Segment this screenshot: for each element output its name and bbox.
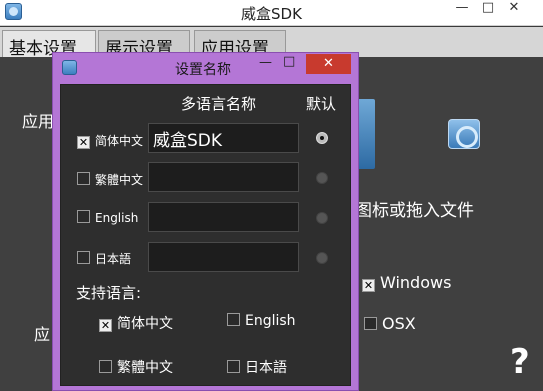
window-titlebar: 威盒SDK — □ ✕ [0, 0, 543, 26]
dialog-close-button[interactable]: ✕ [306, 54, 351, 74]
name-input-en[interactable] [148, 202, 299, 232]
supported-checkbox-en[interactable]: English [227, 313, 296, 329]
lang-label: 繁體中文 [95, 173, 144, 187]
close-button[interactable]: ✕ [501, 0, 527, 18]
name-input-zh-hans[interactable] [148, 123, 299, 153]
dialog-titlebar: 设置名称 — □ ✕ [53, 53, 358, 80]
app-label: 应用 [22, 112, 55, 131]
checkbox-unchecked-icon [364, 317, 377, 330]
checkbox-unchecked-icon [77, 210, 90, 223]
checkbox-unchecked-icon [99, 360, 112, 373]
name-input-zh-hant[interactable] [148, 162, 299, 192]
minimize-button[interactable]: — [449, 0, 475, 18]
checkbox-checked-icon: ✕ [77, 136, 90, 149]
lang-label: 简体中文 [95, 134, 144, 148]
supported-checkbox-zh-hant[interactable]: 繁體中文 [99, 357, 173, 377]
drop-hint: 图标或拖入文件 [355, 201, 474, 221]
maximize-button[interactable]: □ [475, 0, 501, 18]
supported-languages-label: 支持语言: [76, 284, 142, 302]
column-header-name: 多语言名称 [181, 95, 257, 113]
lang-row-checkbox-en[interactable]: English [77, 210, 138, 225]
checkbox-checked-icon: ✕ [99, 319, 112, 332]
platform-osx-checkbox[interactable]: OSX [364, 314, 416, 333]
supported-lang-label: 简体中文 [117, 316, 173, 332]
name-input-ja[interactable] [148, 242, 299, 272]
default-radio-zh-hans[interactable] [316, 132, 328, 144]
dialog-title: 设置名称 [175, 62, 231, 78]
default-radio-zh-hant[interactable] [316, 172, 328, 184]
checkbox-unchecked-icon [77, 172, 90, 185]
platform-windows-label: Windows [380, 273, 452, 292]
checkbox-unchecked-icon [77, 251, 90, 264]
default-radio-ja[interactable] [316, 252, 328, 264]
checkbox-unchecked-icon [227, 313, 240, 326]
app-icon-preview-small[interactable] [448, 119, 480, 149]
column-header-default: 默认 [306, 95, 337, 113]
dialog-app-icon [62, 60, 77, 75]
lang-row-checkbox-zh-hant[interactable]: 繁體中文 [77, 171, 143, 188]
supported-checkbox-zh-hans[interactable]: ✕ 简体中文 [99, 313, 173, 333]
checkbox-checked-icon: ✕ [362, 279, 375, 292]
checkbox-unchecked-icon [227, 360, 240, 373]
platform-windows-checkbox[interactable]: ✕ Windows [362, 273, 451, 292]
help-icon[interactable]: ? [510, 342, 530, 382]
lang-row-checkbox-ja[interactable]: 日本語 [77, 250, 131, 267]
default-radio-en[interactable] [316, 212, 328, 224]
dialog-maximize-button[interactable]: □ [283, 54, 299, 69]
supported-lang-label: 日本語 [245, 360, 287, 376]
app-label-secondary: 应 [34, 325, 51, 344]
supported-lang-label: 繁體中文 [117, 360, 173, 376]
dialog-minimize-button[interactable]: — [259, 55, 275, 70]
lang-label: English [95, 211, 139, 225]
dialog-body: 多语言名称 默认 ✕ 简体中文 繁體中文 English 日本語 支持语言: ✕ 简… [60, 84, 351, 386]
supported-checkbox-ja[interactable]: 日本語 [227, 357, 287, 377]
platform-osx-label: OSX [382, 314, 416, 333]
lang-label: 日本語 [95, 252, 132, 266]
lang-row-checkbox-zh-hans[interactable]: ✕ 简体中文 [77, 132, 143, 149]
set-name-dialog: 设置名称 — □ ✕ 多语言名称 默认 ✕ 简体中文 繁體中文 English 日… [52, 52, 359, 391]
supported-lang-label: English [245, 313, 296, 329]
